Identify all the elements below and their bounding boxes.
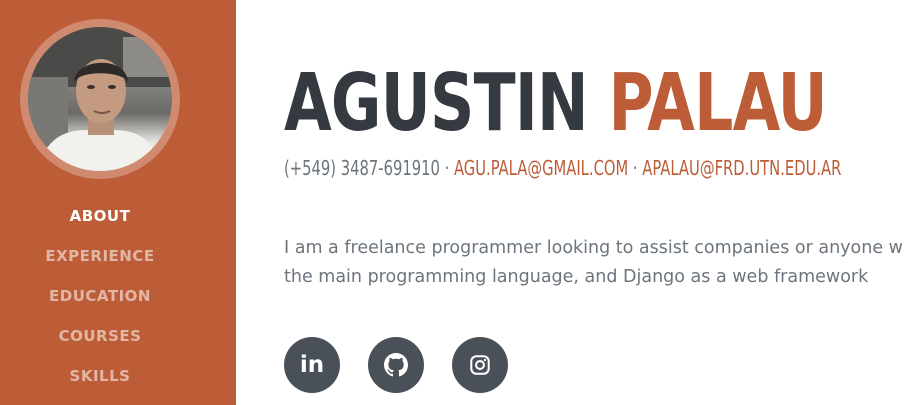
profile-photo bbox=[28, 27, 172, 171]
nav-item-courses[interactable]: COURSES bbox=[0, 316, 200, 356]
email-link-secondary[interactable]: apalau@frd.utn.edu.ar bbox=[642, 156, 841, 180]
nav-item-education[interactable]: EDUCATION bbox=[0, 276, 200, 316]
phone-number: (+549) 3487-691910 bbox=[284, 156, 440, 180]
sidebar-nav: ABOUT EXPERIENCE EDUCATION COURSES SKILL… bbox=[0, 196, 200, 396]
nav-item-about[interactable]: ABOUT bbox=[0, 196, 200, 236]
bio-line: the main programming language, and Djang… bbox=[284, 267, 869, 287]
instagram-icon bbox=[470, 355, 490, 375]
contact-separator: · bbox=[444, 156, 450, 180]
email-link-primary[interactable]: agu.pala@gmail.com bbox=[454, 156, 628, 180]
page-title: AGUSTIN PALAU bbox=[284, 57, 828, 149]
bio-text: I am a freelance programmer looking to a… bbox=[284, 234, 904, 292]
profile-photo-frame bbox=[20, 19, 180, 179]
instagram-button[interactable] bbox=[452, 337, 508, 393]
linkedin-button[interactable]: in bbox=[284, 337, 340, 393]
contact-line: (+549) 3487-691910 · agu.pala@gmail.com … bbox=[284, 155, 841, 181]
github-button[interactable] bbox=[368, 337, 424, 393]
about-section: AGUSTIN PALAU (+549) 3487-691910 · agu.p… bbox=[284, 0, 904, 405]
profile-photo-image bbox=[28, 27, 172, 171]
social-links: in bbox=[284, 337, 508, 393]
sidebar: ABOUT EXPERIENCE EDUCATION COURSES SKILL… bbox=[0, 0, 236, 405]
contact-separator: · bbox=[632, 156, 638, 180]
first-name: AGUSTIN bbox=[284, 57, 589, 149]
nav-item-experience[interactable]: EXPERIENCE bbox=[0, 236, 200, 276]
bio-line: I am a freelance programmer looking to a… bbox=[284, 238, 904, 258]
last-name: PALAU bbox=[608, 57, 827, 149]
linkedin-icon: in bbox=[299, 351, 325, 378]
nav-item-skills[interactable]: SKILLS bbox=[0, 356, 200, 396]
github-icon bbox=[384, 353, 408, 377]
